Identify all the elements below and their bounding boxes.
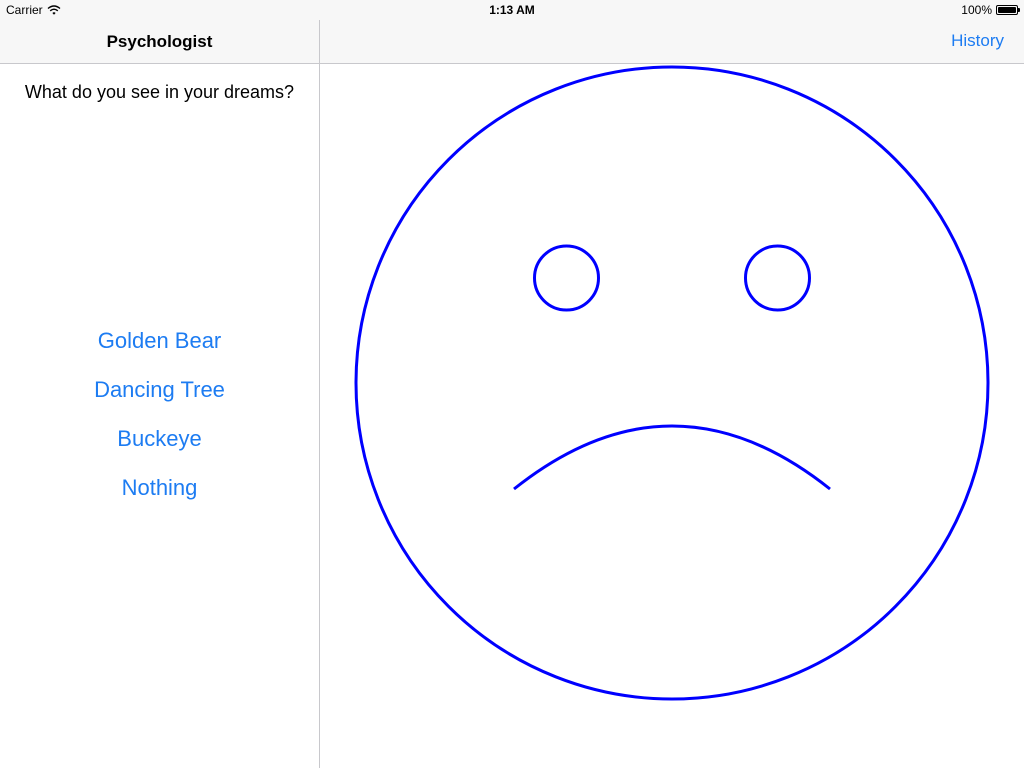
answer-list: Golden Bear Dancing Tree Buckeye Nothing bbox=[0, 316, 319, 512]
answer-dancing-tree-button[interactable]: Dancing Tree bbox=[0, 365, 319, 414]
answer-golden-bear-button[interactable]: Golden Bear bbox=[0, 316, 319, 365]
history-button[interactable]: History bbox=[951, 31, 1004, 51]
status-battery-group: 100% bbox=[961, 3, 1020, 17]
mouth bbox=[513, 424, 831, 491]
answer-buckeye-button[interactable]: Buckeye bbox=[0, 414, 319, 463]
right-eye bbox=[744, 244, 811, 312]
master-pane: Psychologist What do you see in your dre… bbox=[0, 0, 320, 768]
answer-nothing-button[interactable]: Nothing bbox=[0, 463, 319, 512]
detail-pane: History bbox=[320, 0, 1024, 768]
battery-percent: 100% bbox=[961, 3, 992, 17]
status-time: 1:13 AM bbox=[489, 3, 535, 17]
face-outline bbox=[354, 65, 990, 701]
face-view bbox=[354, 65, 990, 701]
detail-nav-bar: History bbox=[320, 20, 1024, 64]
app-screen: Psychologist What do you see in your dre… bbox=[0, 0, 1024, 768]
status-bar: Carrier 1:13 AM 100% bbox=[0, 0, 1024, 20]
battery-icon bbox=[996, 5, 1020, 15]
master-title: Psychologist bbox=[106, 32, 213, 51]
left-eye bbox=[533, 244, 600, 312]
master-nav-bar: Psychologist bbox=[0, 20, 319, 64]
question-label: What do you see in your dreams? bbox=[24, 82, 295, 102]
